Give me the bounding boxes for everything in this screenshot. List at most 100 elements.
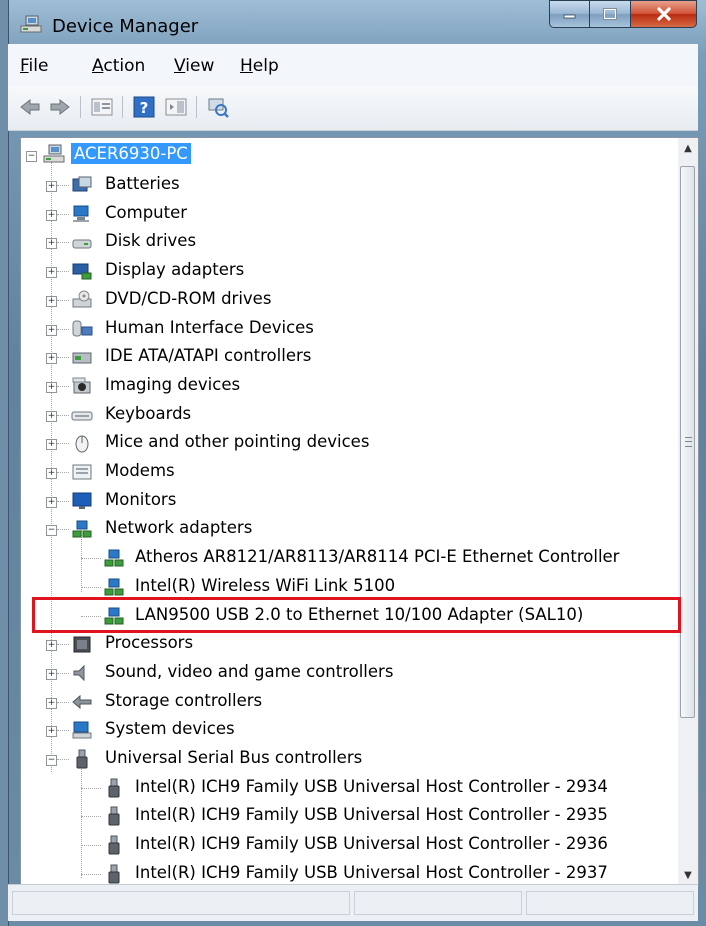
tree-guide bbox=[81, 873, 101, 876]
tree-category-label[interactable]: Storage controllers bbox=[105, 691, 262, 710]
close-icon bbox=[656, 7, 671, 21]
tree-category-label[interactable]: Display adapters bbox=[105, 260, 244, 279]
tree-category-label[interactable]: Computer bbox=[105, 203, 187, 222]
menu-bar: File Action View Help bbox=[8, 44, 698, 87]
ide-icon bbox=[72, 352, 92, 364]
caption-buttons bbox=[549, 0, 697, 30]
tree-device-label[interactable]: Intel(R) ICH9 Family USB Universal Host … bbox=[135, 834, 608, 853]
menu-help-mnemonic: H bbox=[240, 56, 253, 76]
tree-category-label[interactable]: Monitors bbox=[105, 490, 176, 509]
tree-expander[interactable]: + bbox=[46, 640, 57, 652]
tree-root-label[interactable]: ACER6930-PC bbox=[71, 143, 191, 164]
scroll-up-arrow-icon: ▲ bbox=[684, 142, 692, 154]
tree-expander[interactable]: + bbox=[46, 726, 57, 738]
network-adapter-icon bbox=[104, 578, 124, 596]
menu-file-rest: ile bbox=[28, 56, 49, 76]
tree-category-label[interactable]: Human Interface Devices bbox=[105, 318, 314, 337]
tree-guide bbox=[81, 586, 101, 589]
tree-category-label[interactable]: Sound, video and game controllers bbox=[105, 662, 393, 681]
tree-guide bbox=[81, 816, 101, 818]
tree-guide bbox=[57, 730, 69, 732]
tree-category-label[interactable]: Disk drives bbox=[105, 231, 196, 250]
network-icon bbox=[72, 520, 92, 538]
camera-icon bbox=[72, 377, 91, 394]
tree-guide bbox=[57, 529, 69, 531]
maximize-button[interactable] bbox=[590, 0, 631, 28]
vertical-scrollbar[interactable]: ▲ ▼ bbox=[678, 137, 699, 886]
tree-expander[interactable]: + bbox=[46, 410, 57, 422]
tree-expander[interactable]: − bbox=[46, 525, 57, 537]
tree-category-label[interactable]: Mice and other pointing devices bbox=[105, 432, 369, 451]
tree-expander[interactable]: + bbox=[46, 181, 57, 192]
tree-expander[interactable]: + bbox=[46, 468, 57, 479]
tree-category-label[interactable]: Batteries bbox=[105, 174, 180, 193]
usb-icon bbox=[76, 749, 88, 769]
toolbar: ? bbox=[8, 86, 698, 131]
toolbar-separator bbox=[196, 96, 197, 118]
tree-category-label[interactable]: IDE ATA/ATAPI controllers bbox=[105, 346, 311, 365]
scan-hardware-icon[interactable] bbox=[206, 96, 230, 118]
properties-view-icon[interactable] bbox=[90, 96, 114, 118]
hid-icon bbox=[72, 320, 93, 336]
tree-guide bbox=[57, 500, 69, 503]
tree-device-label[interactable]: Intel(R) Wireless WiFi Link 5100 bbox=[135, 576, 395, 595]
window-title: Device Manager bbox=[52, 16, 199, 37]
title-bar[interactable]: Device Manager bbox=[8, 0, 706, 44]
tree-expander[interactable]: + bbox=[46, 324, 57, 336]
modem-icon bbox=[72, 464, 92, 480]
tree-category-label[interactable]: Universal Serial Bus controllers bbox=[105, 748, 362, 767]
status-pane bbox=[12, 891, 350, 915]
tree-guide bbox=[57, 759, 69, 761]
tree-guide bbox=[81, 760, 83, 878]
status-bar bbox=[8, 884, 698, 921]
storage-icon bbox=[72, 694, 92, 709]
tree-device-label[interactable]: Atheros AR8121/AR8113/AR8114 PCI-E Ether… bbox=[135, 547, 619, 566]
menu-action[interactable]: Action bbox=[92, 56, 145, 76]
menu-file-mnemonic: F bbox=[20, 56, 29, 76]
device-tree[interactable]: − ACER6930-PC + Batteries + Computer + Disk d… bbox=[20, 137, 680, 886]
display-adapter-icon bbox=[72, 263, 92, 280]
tree-expander[interactable]: + bbox=[46, 439, 57, 451]
system-icon bbox=[72, 721, 92, 739]
scroll-down-button[interactable]: ▼ bbox=[678, 865, 698, 885]
menu-help[interactable]: Help bbox=[240, 56, 279, 76]
toolbar-separator bbox=[80, 96, 81, 118]
close-button[interactable] bbox=[631, 0, 697, 28]
tree-device-label[interactable]: Intel(R) ICH9 Family USB Universal Host … bbox=[135, 777, 608, 796]
tree-category-label[interactable]: Modems bbox=[105, 461, 175, 480]
back-icon[interactable] bbox=[18, 96, 42, 118]
tree-expander[interactable]: + bbox=[46, 209, 57, 221]
minimize-button[interactable] bbox=[549, 0, 590, 28]
menu-view[interactable]: View bbox=[174, 56, 214, 76]
tree-category-label[interactable]: Keyboards bbox=[105, 404, 191, 423]
tree-expander[interactable]: + bbox=[46, 381, 57, 393]
forward-icon[interactable] bbox=[48, 96, 72, 118]
tree-expander[interactable]: + bbox=[46, 267, 57, 279]
tree-category-label[interactable]: Network adapters bbox=[105, 518, 252, 537]
tree-device-label[interactable]: Intel(R) ICH9 Family USB Universal Host … bbox=[135, 805, 608, 824]
tree-category-label[interactable]: Processors bbox=[105, 633, 193, 652]
scroll-up-button[interactable]: ▲ bbox=[678, 138, 698, 158]
scroll-down-arrow-icon: ▼ bbox=[684, 869, 692, 881]
tree-expander[interactable]: + bbox=[46, 353, 57, 365]
tree-expander[interactable]: + bbox=[46, 238, 57, 250]
tree-category-label[interactable]: DVD/CD-ROM drives bbox=[105, 289, 271, 308]
tree-expander[interactable]: + bbox=[46, 668, 57, 680]
scroll-grip-icon bbox=[685, 437, 692, 447]
scroll-thumb[interactable] bbox=[680, 166, 695, 718]
tree-expander[interactable]: + bbox=[46, 697, 57, 709]
tree-expander[interactable]: + bbox=[46, 295, 57, 307]
usb-controller-icon bbox=[108, 864, 120, 884]
tree-expander[interactable]: + bbox=[46, 496, 57, 508]
usb-controller-icon bbox=[108, 778, 120, 798]
tree-expander[interactable]: − bbox=[46, 755, 57, 766]
help-icon[interactable]: ? bbox=[132, 96, 156, 118]
disk-icon bbox=[72, 239, 92, 249]
tree-device-label[interactable]: Intel(R) ICH9 Family USB Universal Host … bbox=[135, 863, 608, 882]
tree-category-label[interactable]: Imaging devices bbox=[105, 375, 240, 394]
tree-category-label[interactable]: System devices bbox=[105, 719, 235, 738]
action-pane-icon[interactable] bbox=[164, 96, 188, 118]
tree-guide bbox=[57, 701, 69, 704]
root-expander[interactable]: − bbox=[26, 151, 37, 162]
menu-file[interactable]: File bbox=[20, 56, 48, 76]
